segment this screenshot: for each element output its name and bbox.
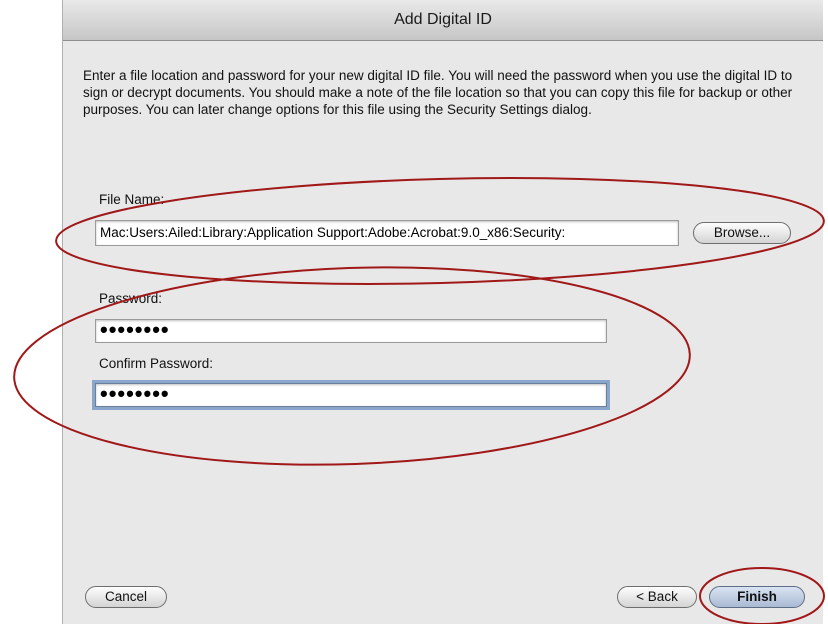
cancel-button[interactable]: Cancel (85, 586, 167, 608)
instructions-text: Enter a file location and password for y… (83, 68, 793, 117)
confirm-password-input[interactable]: •••••••• (95, 383, 607, 407)
back-button[interactable]: < Back (617, 586, 697, 608)
finish-button[interactable]: Finish (709, 586, 805, 608)
file-name-input[interactable]: Mac:Users:Ailed:Library:Application Supp… (95, 220, 679, 246)
password-label: Password: (99, 291, 163, 306)
add-digital-id-dialog: Add Digital ID Enter a file location and… (62, 0, 823, 624)
browse-button[interactable]: Browse... (693, 222, 791, 244)
dialog-title: Add Digital ID (63, 0, 823, 41)
password-input[interactable]: •••••••• (95, 319, 607, 343)
file-name-label: File Name: (99, 192, 165, 207)
confirm-password-label: Confirm Password: (99, 356, 214, 371)
